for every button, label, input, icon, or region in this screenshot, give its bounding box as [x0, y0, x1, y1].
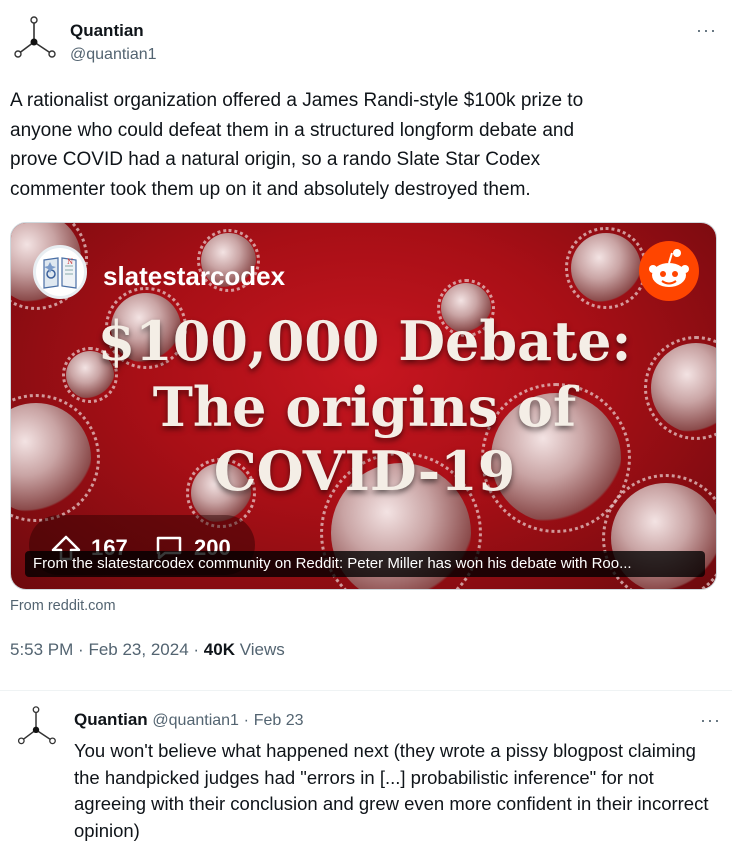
book-icon: N — [43, 257, 77, 289]
subreddit-name: slatestarcodex — [103, 261, 286, 291]
card-headline-line2: The origins of — [152, 375, 577, 439]
author-avatar[interactable] — [10, 16, 58, 64]
tweet-meta: 5:53 PM · Feb 23, 2024 · 40K Views — [10, 640, 285, 660]
tweet-date[interactable]: Feb 23, 2024 — [88, 640, 188, 659]
author-name[interactable]: Quantian — [70, 21, 144, 41]
views-count: 40K — [203, 640, 235, 659]
avatar-node-graph-icon — [17, 706, 56, 745]
reply-more-options-icon[interactable]: ··· — [700, 710, 721, 731]
reddit-logo — [639, 241, 699, 301]
more-options-icon[interactable]: ··· — [696, 20, 717, 41]
views-label: Views — [239, 640, 285, 659]
reddit-snoo-icon — [649, 249, 689, 287]
reply-separator: · — [243, 712, 249, 729]
reply-author-avatar[interactable] — [14, 706, 58, 750]
tweet-time[interactable]: 5:53 PM — [10, 640, 73, 659]
author-handle[interactable]: @quantian1 — [70, 46, 157, 64]
divider — [0, 690, 732, 691]
card-headline-line3: COVID-19 — [213, 439, 516, 503]
card-headline-line1: $100,000 Debate: — [97, 309, 632, 373]
avatar-node-graph-icon — [14, 16, 56, 58]
link-card[interactable]: N slatestarcodex $100,000 Debate: The or… — [10, 222, 717, 590]
reply-date[interactable]: Feb 23 — [254, 712, 304, 729]
meta-separator: · — [78, 640, 84, 659]
virus-graphic — [565, 227, 647, 309]
reply-text: You won't believe what happened next (th… — [74, 740, 709, 841]
meta-separator: · — [193, 640, 200, 659]
svg-text:N: N — [67, 258, 73, 266]
tweet-text: A rationalist organization offered a Jam… — [10, 90, 584, 200]
reply-header: Quantian @quantian1 · Feb 23 — [74, 710, 304, 730]
subreddit-logo: N — [33, 245, 87, 299]
reply-author-name[interactable]: Quantian — [74, 710, 148, 729]
card-caption: From the slatestarcodex community on Red… — [33, 555, 632, 572]
reply-author-handle[interactable]: @quantian1 — [152, 712, 239, 729]
card-source-domain[interactable]: From reddit.com — [10, 598, 116, 614]
